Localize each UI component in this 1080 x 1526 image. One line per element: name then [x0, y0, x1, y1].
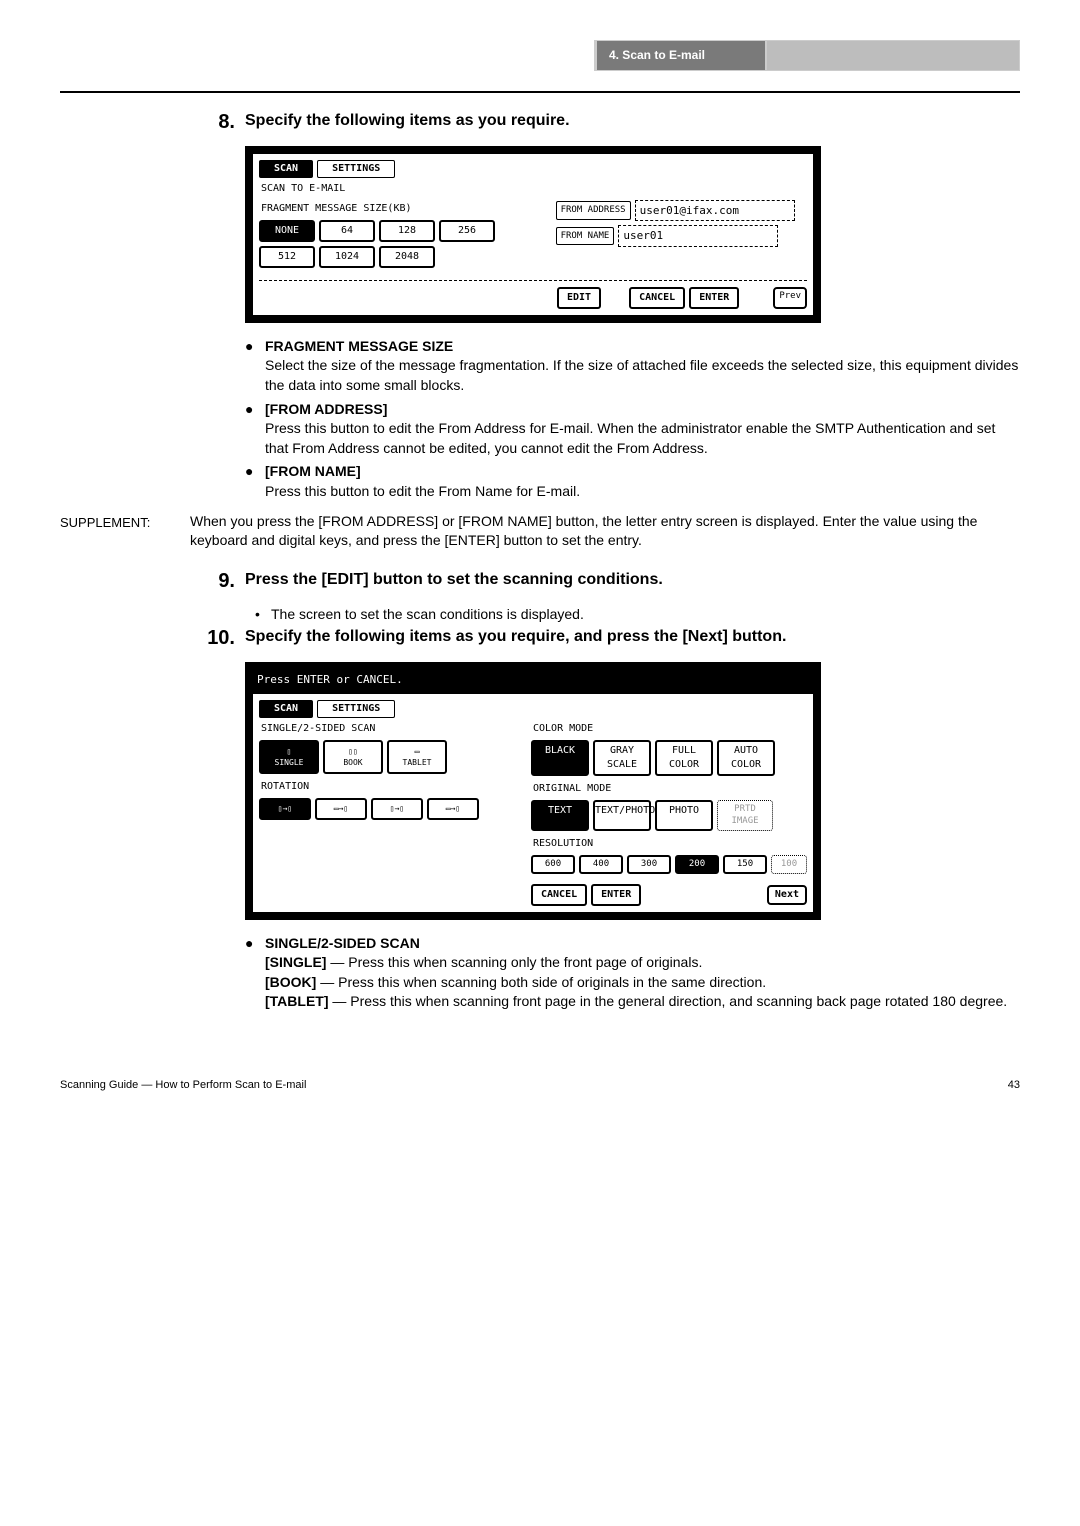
tablet-icon: ▭ [415, 746, 420, 757]
section-tab: 4. Scan to E-mail [595, 41, 765, 70]
step-number: 8. [200, 108, 245, 136]
tab-settings[interactable]: SETTINGS [317, 700, 395, 718]
size-none[interactable]: NONE [259, 220, 315, 242]
size-512[interactable]: 512 [259, 246, 315, 268]
orig-text[interactable]: TEXT [531, 800, 589, 831]
bullet-icon: ● [245, 462, 265, 501]
step-title: Specify the following items as you requi… [245, 624, 786, 652]
res-150[interactable]: 150 [723, 855, 767, 874]
rotation-opt-1[interactable]: ▯→▯ [259, 798, 311, 820]
step-10: 10. Specify the following items as you r… [200, 624, 1020, 1012]
scan-mode-book[interactable]: ▯▯ BOOK [323, 740, 383, 774]
prev-button[interactable]: Prev [773, 287, 807, 309]
book-icon: ▯▯ [348, 746, 358, 757]
rotation-label: ROTATION [259, 778, 511, 798]
page-icon: ▯ [287, 746, 292, 757]
from-name-value: user01 [618, 225, 778, 246]
step-9-sub: The screen to set the scan conditions is… [271, 605, 584, 625]
color-auto[interactable]: AUTO COLOR [717, 740, 775, 776]
fragment-size-label: FRAGMENT MESSAGE SIZE(KB) [259, 200, 536, 220]
next-button[interactable]: Next [767, 885, 807, 905]
book-body: — Press this when scanning both side of … [316, 974, 766, 990]
bullet-icon: ● [245, 400, 265, 459]
page-footer: Scanning Guide — How to Perform Scan to … [60, 1072, 1020, 1093]
res-100: 100 [771, 855, 807, 874]
cancel-button[interactable]: CANCEL [531, 884, 587, 906]
color-full[interactable]: FULL COLOR [655, 740, 713, 776]
bullet-from-addr-title: [FROM ADDRESS] [265, 401, 387, 417]
size-1024[interactable]: 1024 [319, 246, 375, 268]
single-label: [SINGLE] [265, 954, 326, 970]
tablet-body: — Press this when scanning front page in… [329, 993, 1008, 1009]
footer-page-number: 43 [1008, 1078, 1020, 1093]
orig-textphoto[interactable]: TEXT/PHOTO [593, 800, 651, 831]
step-title: Press the [EDIT] button to set the scann… [245, 567, 663, 595]
rotation-opt-4[interactable]: ▭→▯ [427, 798, 479, 820]
cancel-button[interactable]: CANCEL [629, 287, 685, 309]
footer-left: Scanning Guide — How to Perform Scan to … [60, 1078, 306, 1093]
supplement-body: When you press the [FROM ADDRESS] or [FR… [190, 512, 1020, 551]
single-scan-label: SINGLE/2-SIDED SCAN [259, 720, 511, 740]
size-2048[interactable]: 2048 [379, 246, 435, 268]
bullet-from-addr-body: Press this button to edit the From Addre… [265, 420, 995, 456]
supplement: SUPPLEMENT: When you press the [FROM ADD… [60, 512, 1020, 551]
enter-button[interactable]: ENTER [689, 287, 739, 309]
res-400[interactable]: 400 [579, 855, 623, 874]
tab-scan[interactable]: SCAN [259, 160, 313, 178]
res-200[interactable]: 200 [675, 855, 719, 874]
color-black[interactable]: BLACK [531, 740, 589, 776]
bullet-from-name-title: [FROM NAME] [265, 463, 361, 479]
rotation-opt-2[interactable]: ▭→▯ [315, 798, 367, 820]
tab-scan[interactable]: SCAN [259, 700, 313, 718]
res-600[interactable]: 600 [531, 855, 575, 874]
printer-screen-2: Press ENTER or CANCEL. SCAN SETTINGS SIN… [245, 662, 821, 919]
rule [60, 91, 1020, 93]
resolution-label: RESOLUTION [531, 835, 807, 855]
from-address-button[interactable]: FROM ADDRESS [556, 201, 631, 220]
tab-settings[interactable]: SETTINGS [317, 160, 395, 178]
bullet-single-title: SINGLE/2-SIDED SCAN [265, 935, 420, 951]
orig-prtd: PRTD IMAGE [717, 800, 773, 831]
single-body: — Press this when scanning only the fron… [326, 954, 702, 970]
orig-photo[interactable]: PHOTO [655, 800, 713, 831]
book-label: [BOOK] [265, 974, 316, 990]
step-title: Specify the following items as you requi… [245, 108, 570, 136]
screen-title: SCAN TO E-MAIL [259, 180, 807, 200]
step-8: 8. Specify the following items as you re… [200, 108, 1020, 502]
rotation-opt-3[interactable]: ▯→▯ [371, 798, 423, 820]
color-gray[interactable]: GRAY SCALE [593, 740, 651, 776]
supplement-label: SUPPLEMENT: [60, 512, 190, 551]
original-mode-label: ORIGINAL MODE [531, 780, 807, 800]
header-tab-spacer [765, 41, 1019, 70]
from-name-button[interactable]: FROM NAME [556, 227, 615, 246]
size-256[interactable]: 256 [439, 220, 495, 242]
enter-button[interactable]: ENTER [591, 884, 641, 906]
scan-mode-tablet[interactable]: ▭ TABLET [387, 740, 447, 774]
bullet-icon: ● [245, 934, 265, 1012]
bullet-frag-body: Select the size of the message fragmenta… [265, 357, 1018, 393]
step-9: 9. Press the [EDIT] button to set the sc… [200, 567, 1020, 625]
header-bar: 4. Scan to E-mail [60, 40, 1020, 71]
bullet-from-name-body: Press this button to edit the From Name … [265, 483, 580, 499]
printer-screen-1: SCAN SETTINGS SCAN TO E-MAIL FRAGMENT ME… [245, 146, 821, 323]
edit-button[interactable]: EDIT [557, 287, 601, 309]
bullet-frag-title: FRAGMENT MESSAGE SIZE [265, 338, 453, 354]
scan-mode-single[interactable]: ▯ SINGLE [259, 740, 319, 774]
bullet-icon: ● [245, 337, 265, 396]
screen-prompt: Press ENTER or CANCEL. [253, 670, 813, 693]
sub-bullet-dot: • [255, 605, 271, 625]
size-64[interactable]: 64 [319, 220, 375, 242]
step-number: 10. [200, 624, 245, 652]
tablet-label: [TABLET] [265, 993, 329, 1009]
color-mode-label: COLOR MODE [531, 720, 807, 740]
size-128[interactable]: 128 [379, 220, 435, 242]
from-address-value: user01@ifax.com [635, 200, 795, 221]
step-number: 9. [200, 567, 245, 595]
res-300[interactable]: 300 [627, 855, 671, 874]
